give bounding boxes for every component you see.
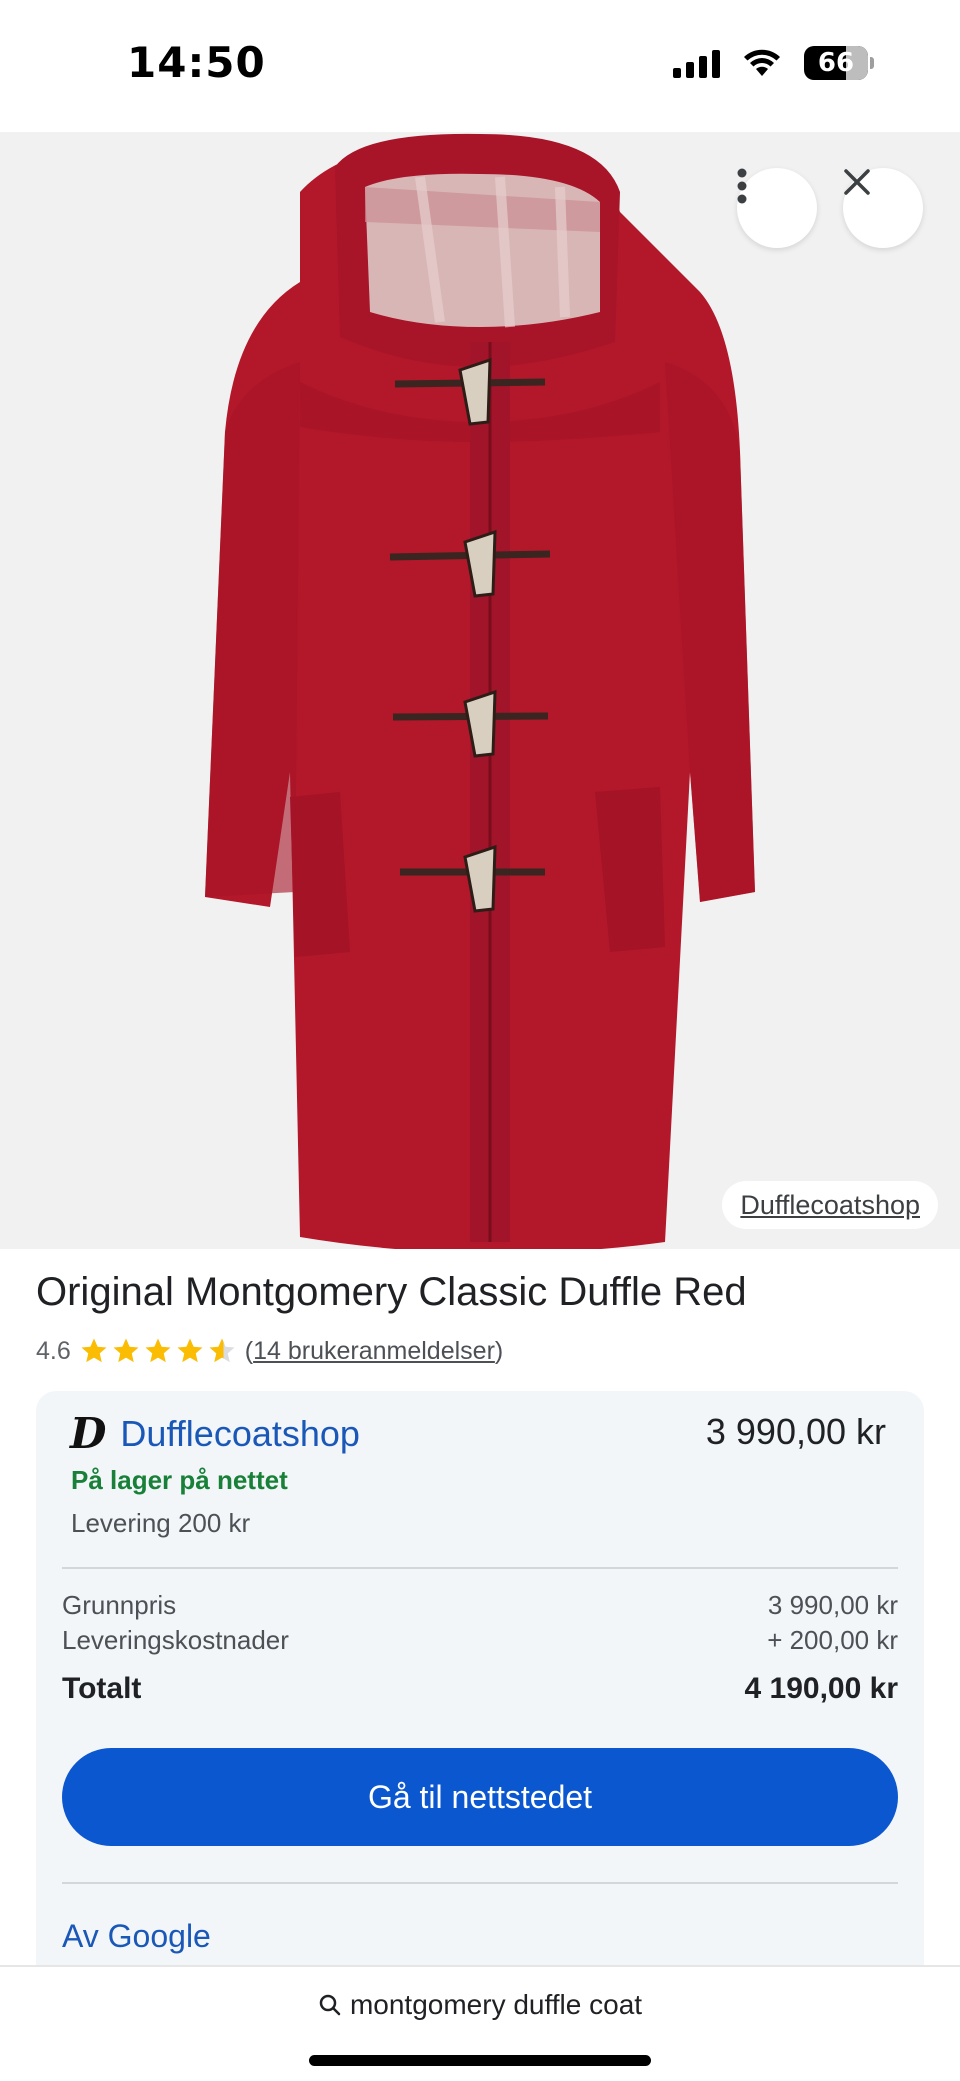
- status-time: 14:50: [127, 38, 266, 87]
- battery-level: 66: [817, 48, 855, 78]
- image-source-link[interactable]: Dufflecoatshop: [722, 1181, 938, 1229]
- shipping-row: Leveringskostnader + 200,00 kr: [62, 1625, 898, 1656]
- product-title: Original Montgomery Classic Duffle Red: [36, 1270, 747, 1314]
- half-star-icon: [209, 1338, 235, 1363]
- status-icons: 66: [673, 46, 874, 80]
- reviews-link[interactable]: (14 brukeranmeldelser): [245, 1337, 503, 1366]
- more-options-button[interactable]: [737, 168, 817, 248]
- search-icon: [319, 1994, 341, 2016]
- rating-value: 4.6: [36, 1336, 71, 1365]
- divider: [62, 1882, 898, 1884]
- shipping-value: + 200,00 kr: [767, 1625, 898, 1655]
- bottom-search-bar: montgomery duffle coat: [0, 1965, 960, 2081]
- star-icon: [177, 1338, 203, 1363]
- seller-logo: D: [70, 1409, 107, 1458]
- more-vert-icon: [737, 168, 747, 204]
- search-query-text: montgomery duffle coat: [349, 1989, 643, 2020]
- red-duffle-coat-image: [205, 133, 755, 1249]
- total-row: Totalt 4 190,00 kr: [62, 1672, 898, 1706]
- stock-status: På lager på nettet: [71, 1465, 288, 1495]
- base-price-row: Grunnpris 3 990,00 kr: [62, 1590, 898, 1621]
- offer-price: 3 990,00 kr: [705, 1411, 886, 1452]
- rating-row: 4.6 (14 brukeranmeldelser): [36, 1336, 503, 1366]
- star-icon: [113, 1338, 139, 1363]
- reviews-count-text: 14 brukeranmeldelser: [253, 1336, 495, 1365]
- by-google-link[interactable]: Av Google: [62, 1918, 211, 1955]
- total-label: Totalt: [62, 1672, 142, 1705]
- base-price-label: Grunnpris: [62, 1590, 177, 1620]
- reviews-prefix: (: [244, 1336, 254, 1365]
- total-value: 4 190,00 kr: [744, 1672, 898, 1705]
- star-rating: [79, 1336, 237, 1366]
- seller-name[interactable]: Dufflecoatshop: [120, 1413, 360, 1455]
- status-bar: 14:50 66: [0, 0, 960, 132]
- battery-icon: 66: [804, 46, 874, 80]
- home-indicator[interactable]: [309, 2055, 651, 2066]
- cellular-signal-icon: [673, 48, 720, 78]
- star-icon: [145, 1338, 171, 1363]
- go-to-website-button[interactable]: Gå til nettstedet: [62, 1748, 898, 1846]
- close-button[interactable]: [843, 168, 923, 248]
- close-icon: [844, 169, 870, 195]
- wifi-icon: [744, 49, 780, 76]
- base-price-value: 3 990,00 kr: [767, 1590, 898, 1620]
- star-icon: [81, 1338, 107, 1363]
- divider: [62, 1567, 898, 1569]
- seller-row[interactable]: D Dufflecoatshop: [70, 1409, 360, 1458]
- reviews-suffix: ): [494, 1336, 504, 1365]
- product-image-area[interactable]: Dufflecoatshop: [0, 132, 960, 1249]
- shipping-label: Leveringskostnader: [62, 1625, 289, 1655]
- search-query-pill[interactable]: montgomery duffle coat: [0, 1989, 960, 2021]
- delivery-cost: Levering 200 kr: [71, 1508, 251, 1538]
